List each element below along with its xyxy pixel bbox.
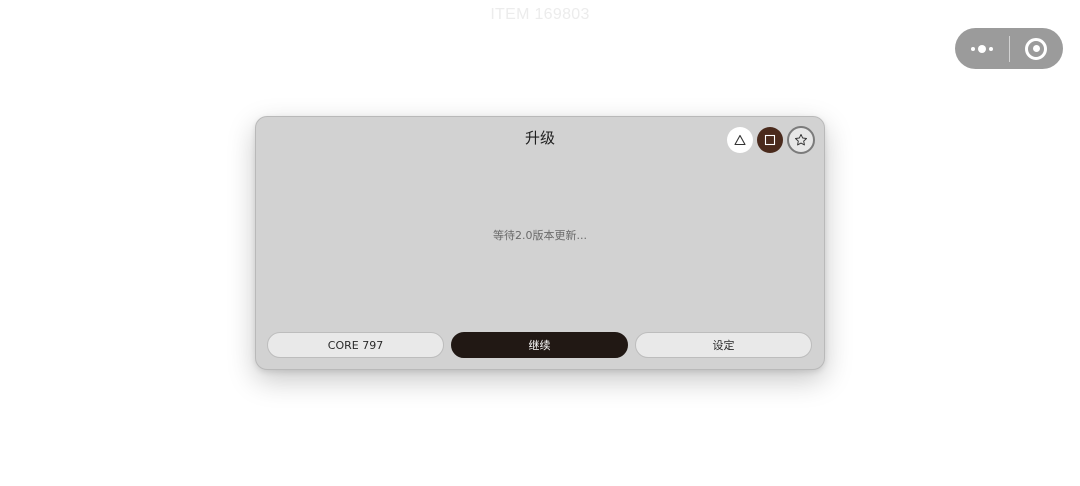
more-dots-icon [970,44,993,53]
window-controls [727,126,815,154]
square-icon [764,134,776,146]
close-capsule-button[interactable] [1009,28,1063,69]
triangle-icon [734,134,746,146]
mini-program-capsule [955,28,1063,69]
triangle-button[interactable] [727,127,753,153]
continue-button[interactable]: 继续 [451,332,628,358]
dialog-message: 等待2.0版本更新... [493,229,587,242]
more-button[interactable] [955,28,1009,69]
record-target-icon [1025,37,1048,60]
settings-button[interactable]: 设定 [635,332,812,358]
star-button[interactable] [787,126,815,154]
star-icon [794,133,808,146]
square-button[interactable] [757,127,783,153]
page: ITEM 169803 升级 等待2.0版本更新... CORE 797 继续 … [0,0,1080,486]
page-title: ITEM 169803 [490,6,590,23]
dialog-actions: CORE 797 继续 设定 [267,332,812,358]
upgrade-dialog: 升级 等待2.0版本更新... CORE 797 继续 设定 [255,116,825,370]
core-button[interactable]: CORE 797 [267,332,444,358]
